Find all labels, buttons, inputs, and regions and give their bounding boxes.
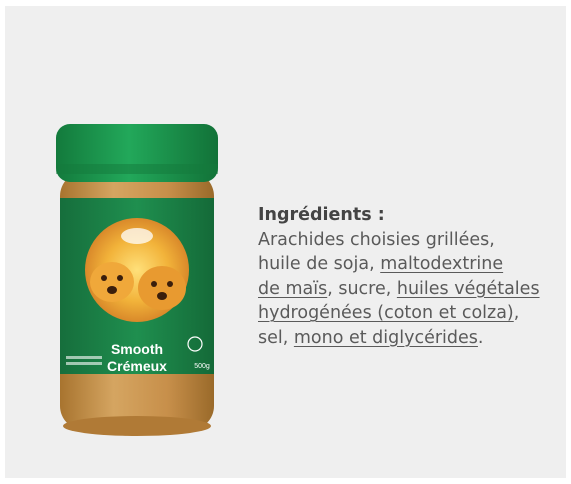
ingredients-line-5: sel, mono et diglycérides. <box>258 326 558 351</box>
ingredient-text: sel, <box>258 327 294 348</box>
ingredients-line-4: hydrogénées (coton et colza), <box>258 301 558 326</box>
ingredients-block: Ingrédients : Arachides choisies grillée… <box>258 203 558 350</box>
ingredient-text: Arachides choisies grillées, <box>258 229 495 250</box>
brand-logo-blurred <box>121 228 153 244</box>
label-line1: Smooth <box>111 341 163 357</box>
label-weight: 500g <box>194 363 210 370</box>
ingredient-text: huile de soja, <box>258 254 381 274</box>
ingredient-text: , sucre, <box>327 278 397 299</box>
ingredient-link[interactable]: mono et diglycérides <box>294 328 478 348</box>
jar-illustration: Smooth Crémeux 500g <box>56 124 218 436</box>
ingredients-line-2: huile de soja, maltodextrine <box>258 252 558 277</box>
ingredients-title: Ingrédients : <box>258 205 385 225</box>
ingredient-text: . <box>477 327 484 348</box>
ingredient-link[interactable]: hydrogénées (coton et colza) <box>258 303 514 323</box>
ingredient-link[interactable]: de maïs <box>258 279 327 299</box>
ingredients-line-1: Arachides choisies grillées, <box>258 228 558 253</box>
ingredients-line-3: de maïs, sucre, huiles végétales <box>258 277 558 302</box>
label-line2: Crémeux <box>107 358 167 374</box>
ingredient-text: , <box>513 303 520 323</box>
ingredient-link[interactable]: maltodextrine <box>380 254 503 274</box>
peanut-butter-jar-image: Smooth Crémeux 500g <box>52 120 222 442</box>
ingredient-link[interactable]: huiles végétales <box>397 279 540 299</box>
